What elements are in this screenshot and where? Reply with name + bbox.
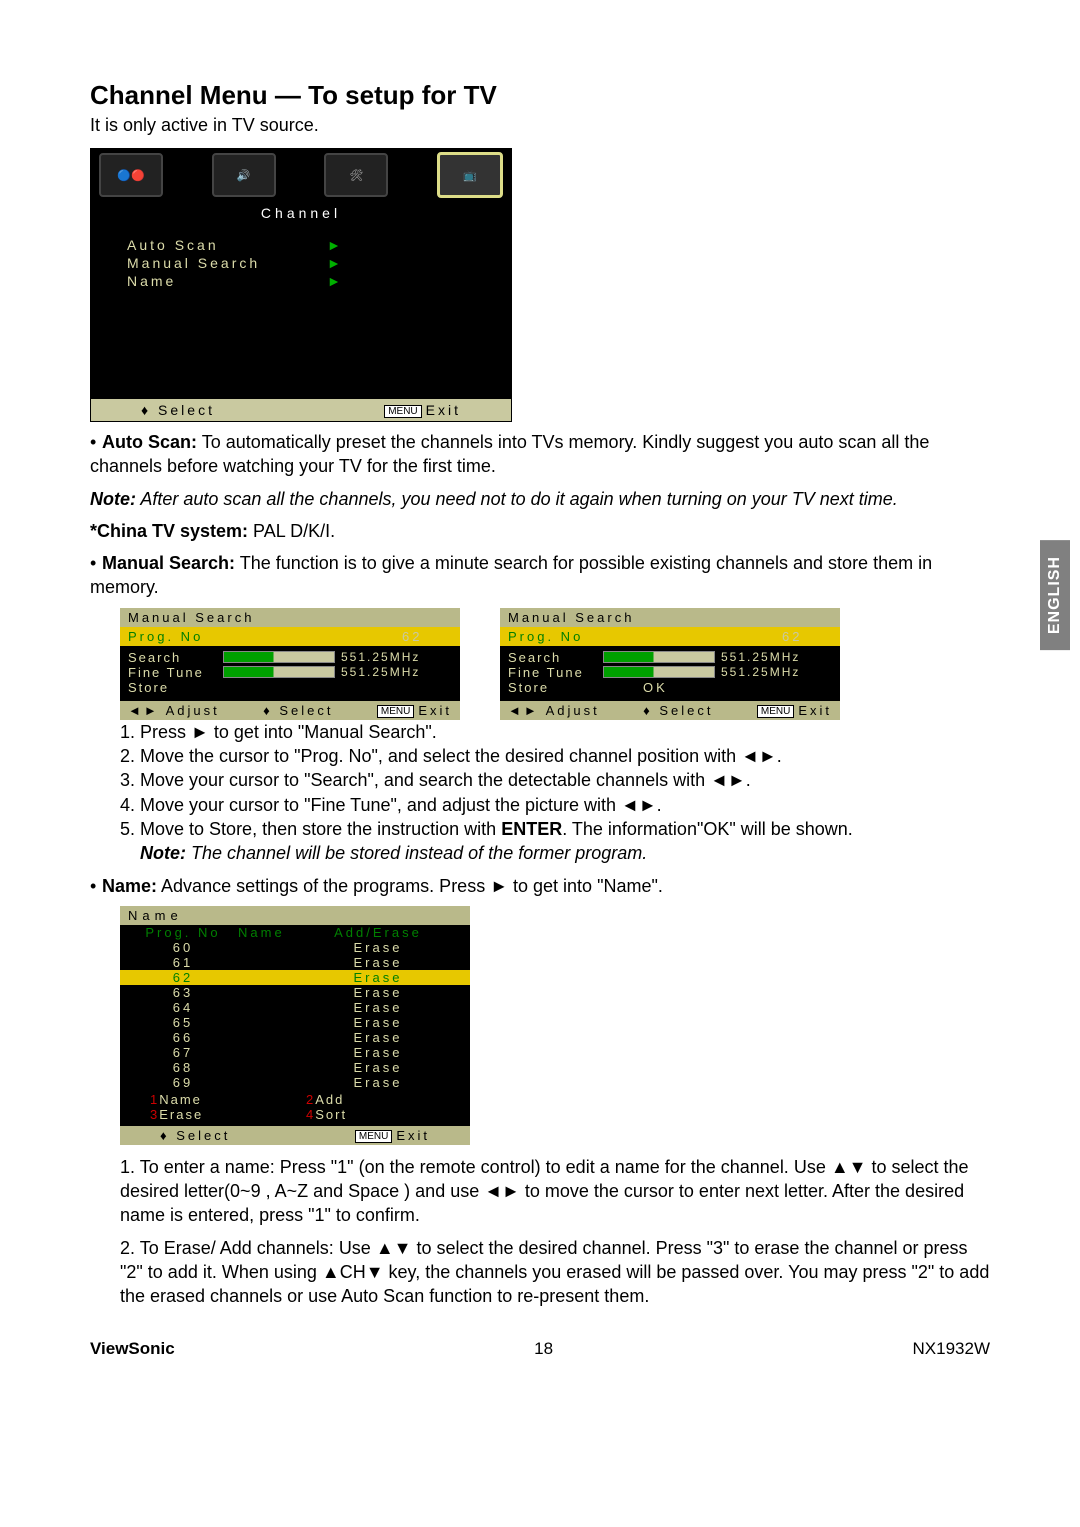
panel-footer: ◄► Adjust ♦ Select MENUExit [120,701,460,720]
manual-search-paragraph: •Manual Search: The function is to give … [90,551,990,600]
osd-foot-select: ♦ Select [141,402,215,418]
chevron-right-icon: ► [327,237,344,253]
manual-steps: 1. Press ► to get into "Manual Search". … [120,720,990,866]
step-2: 2. Move the cursor to "Prog. No", and se… [120,744,990,768]
name-table-row[interactable]: 63Erase [120,985,470,1000]
fine-tune-row[interactable]: Fine Tune551.25MHz [128,665,452,680]
name-legend: 1Name2Add3Erase4Sort [120,1090,470,1126]
name-table-row[interactable]: 61Erase [120,955,470,970]
china-tv-system: *China TV system: PAL D/K/I. [90,519,990,543]
sound-tab-icon[interactable]: 🔊 [212,153,276,197]
page-number: 18 [534,1339,553,1359]
manual-search-panel-2: Manual Search Prog. No 62 Search551.25MH… [500,608,840,720]
manual-search-panel-1: Manual Search Prog. No 62 Search551.25MH… [120,608,460,720]
panel-title: Manual Search [500,608,840,627]
name-panel-footer: ♦ Select MENUExit [120,1126,470,1145]
name-instruction-2: 2. To Erase/ Add channels: Use ▲▼ to sel… [120,1236,990,1309]
picture-tab-icon[interactable]: 🔵🔴 [99,153,163,197]
name-table-row[interactable]: 66Erase [120,1030,470,1045]
name-table-row[interactable]: 68Erase [120,1060,470,1075]
prog-no-row[interactable]: Prog. No 62 [120,627,460,646]
channel-tab-icon[interactable]: 📺 [437,152,503,198]
panel-footer: ◄► Adjust ♦ Select MENUExit [500,701,840,720]
auto-scan-paragraph: •Auto Scan: To automatically preset the … [90,430,990,479]
name-table-row[interactable]: 65Erase [120,1015,470,1030]
name-table-row[interactable]: 67Erase [120,1045,470,1060]
name-table-row[interactable]: 62Erase [120,970,470,985]
osd-item-label: Auto Scan [127,237,327,253]
osd-foot-exit: MENUExit [384,402,461,418]
page-heading: Channel Menu — To setup for TV [90,80,990,111]
name-paragraph: •Name: Advance settings of the programs.… [90,874,990,898]
osd-item-manual-search[interactable]: Manual Search ► [127,255,499,271]
page-footer: ViewSonic 18 NX1932W [90,1339,990,1359]
osd-title: Channel [91,201,511,229]
search-row[interactable]: Search551.25MHz [508,650,832,665]
chevron-right-icon: ► [327,255,344,271]
panel-title: Manual Search [120,608,460,627]
name-panel-title: Name [120,906,470,925]
auto-scan-note: Note: After auto scan all the channels, … [90,487,990,511]
step-5: 5. Move to Store, then store the instruc… [120,817,990,841]
name-table-row[interactable]: 69Erase [120,1075,470,1090]
name-instruction-1: 1. To enter a name: Press "1" (on the re… [120,1155,990,1228]
settings-tab-icon[interactable]: 🛠 [324,153,388,197]
prog-no-row[interactable]: Prog. No 62 [500,627,840,646]
step-4: 4. Move your cursor to "Fine Tune", and … [120,793,990,817]
name-panel: Name Prog. No Name Add/Erase 60Erase61Er… [120,906,470,1145]
osd-tab-bar: 🔵🔴 🔊 🛠 📺 [91,149,511,201]
step-1: 1. Press ► to get into "Manual Search". [120,720,990,744]
chevron-right-icon: ► [327,273,344,289]
model-label: NX1932W [913,1339,990,1359]
name-table-row[interactable]: 64Erase [120,1000,470,1015]
osd-item-name[interactable]: Name ► [127,273,499,289]
store-row[interactable]: StoreOK [508,680,832,695]
fine-tune-row[interactable]: Fine Tune551.25MHz [508,665,832,680]
page-subtitle: It is only active in TV source. [90,115,990,136]
name-table-row[interactable]: 60Erase [120,940,470,955]
osd-item-label: Manual Search [127,255,327,271]
language-tab: ENGLISH [1040,540,1070,650]
search-row[interactable]: Search551.25MHz [128,650,452,665]
osd-item-auto-scan[interactable]: Auto Scan ► [127,237,499,253]
store-row[interactable]: Store [128,680,452,695]
step-3: 3. Move your cursor to "Search", and sea… [120,768,990,792]
name-table-header: Prog. No Name Add/Erase [120,925,470,940]
brand-label: ViewSonic [90,1339,175,1359]
osd-footer: ♦ Select MENUExit [91,399,511,421]
channel-menu-osd: 🔵🔴 🔊 🛠 📺 Channel Auto Scan ► Manual Sear… [90,148,512,422]
osd-item-label: Name [127,273,327,289]
